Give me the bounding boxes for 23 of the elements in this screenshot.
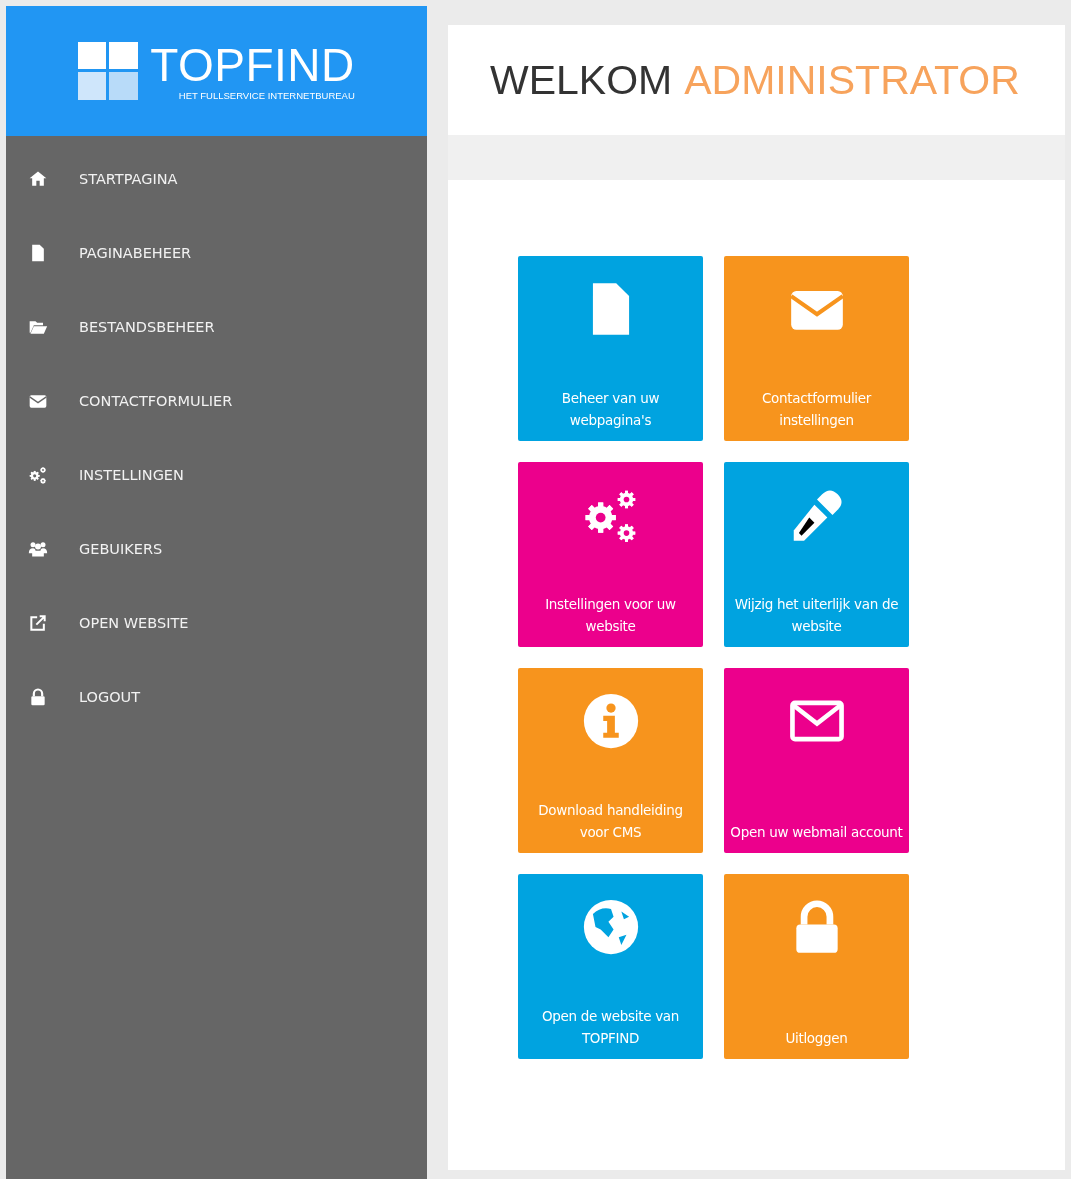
gears-icon — [28, 465, 48, 485]
sidebar-item[interactable]: LOGOUT — [6, 660, 427, 734]
dashboard-tile[interactable]: Wijzig het uiterlijk van de website — [724, 462, 909, 647]
dashboard-tile[interactable]: Open uw webmail account — [724, 668, 909, 853]
external-link-icon — [28, 613, 48, 633]
home-icon — [28, 169, 48, 189]
brand-tagline: HET FULLSERVICE INTERNETBUREAU — [178, 89, 355, 101]
sidebar-item[interactable]: CONTACTFORMULIER — [6, 364, 427, 438]
brand-name: TOPFIND — [150, 41, 355, 88]
dashboard-tile[interactable]: Open de website van TOPFIND — [518, 874, 703, 1059]
sidebar-item[interactable]: BESTANDSBEHEER — [6, 290, 427, 364]
sidebar-item[interactable]: PAGINABEHEER — [6, 216, 427, 290]
welcome-title: WELKOM — [490, 56, 673, 104]
lock-icon — [28, 687, 48, 707]
dashboard-tile[interactable]: Instellingen voor uw website — [518, 462, 703, 647]
sidebar-item[interactable]: STARTPAGINA — [6, 142, 427, 216]
sidebar-item[interactable]: OPEN WEBSITE — [6, 586, 427, 660]
sidebar-item[interactable]: INSTELLINGEN — [6, 438, 427, 512]
dashboard-tile[interactable]: Beheer van uw webpagina's — [518, 256, 703, 441]
user-role-title: ADMINISTRATOR — [684, 56, 1020, 104]
logo-squares-icon — [78, 42, 139, 100]
sidebar-item[interactable]: GEBUIKERS — [6, 512, 427, 586]
users-icon — [28, 539, 48, 559]
